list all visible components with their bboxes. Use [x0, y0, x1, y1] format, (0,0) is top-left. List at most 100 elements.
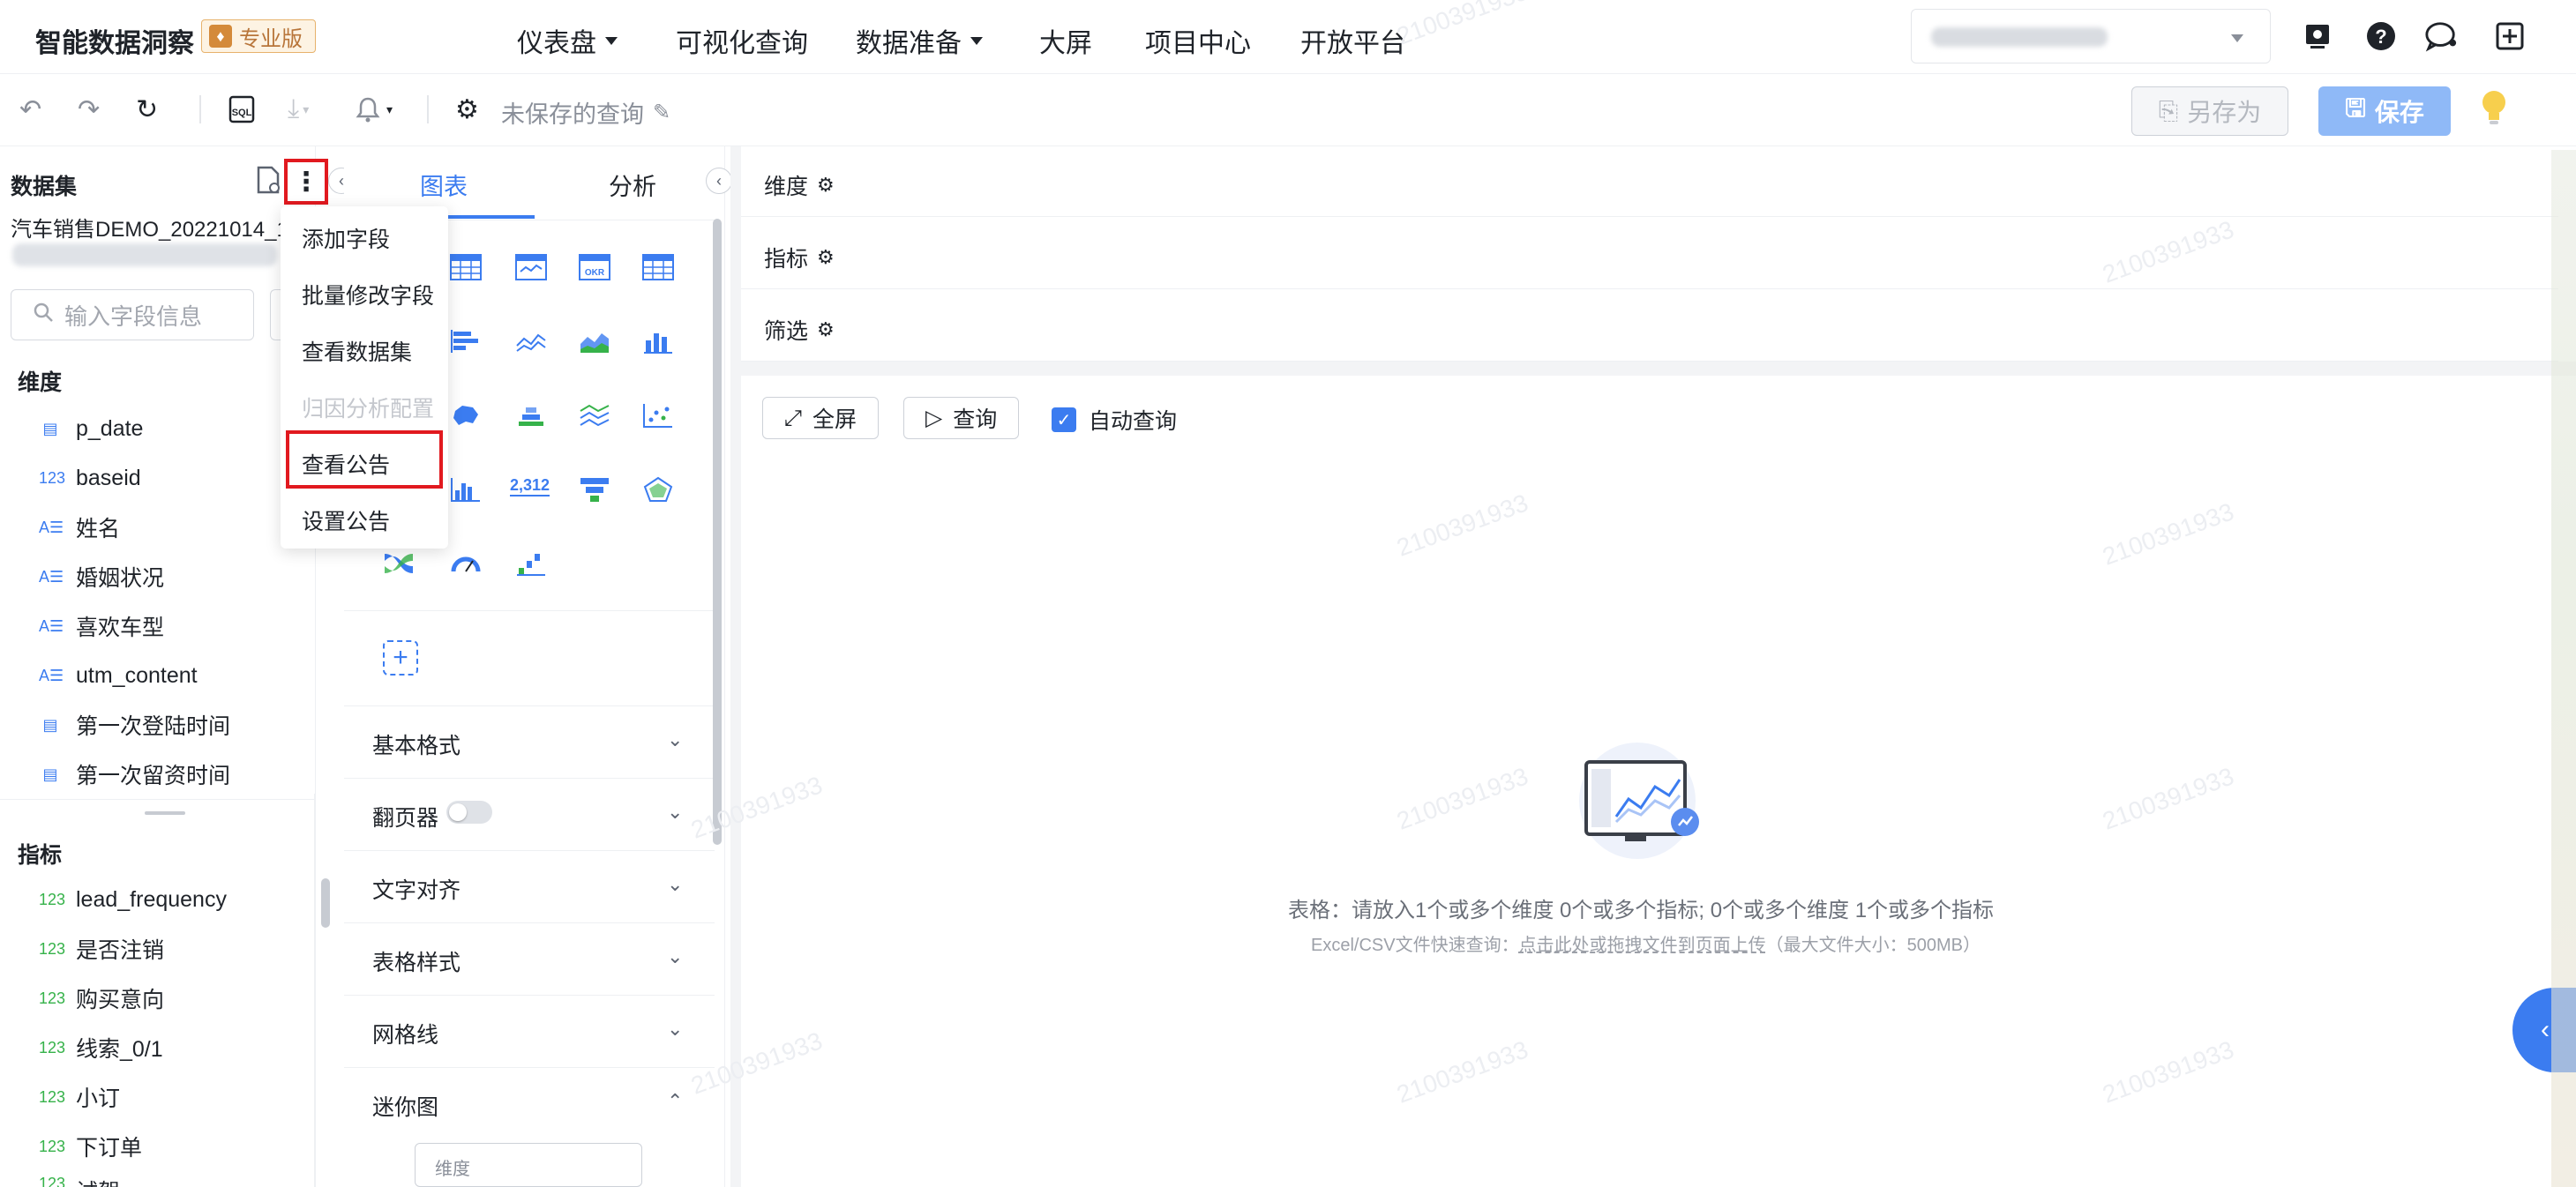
alert-icon[interactable]: ▾ [355, 92, 393, 127]
dimension-item[interactable]: ▤ p_date [39, 411, 143, 446]
trend-table-icon[interactable] [515, 254, 547, 285]
pager-toggle[interactable] [446, 801, 492, 824]
section-text-align-label: 文字对齐 [372, 878, 461, 903]
dimension-item[interactable]: ▤ 第一次留资时间 [39, 757, 230, 792]
redo-icon[interactable]: ↷ [78, 92, 100, 127]
highlight-box [286, 430, 443, 489]
admin-icon[interactable] [2301, 19, 2334, 53]
histogram-icon[interactable] [450, 476, 482, 507]
column-chart-icon[interactable] [642, 328, 674, 359]
measure-item[interactable]: 123 下订单 [39, 1129, 142, 1164]
upload-link[interactable]: 点击此处或拖拽文件到页面上传 [1519, 936, 1766, 955]
lightbulb-icon[interactable] [2479, 88, 2509, 136]
tab-chart[interactable]: 图表 [420, 168, 468, 202]
collapse-mid-button[interactable]: ‹ [706, 168, 732, 194]
edit-pencil-icon[interactable]: ✎ [653, 100, 670, 125]
account-selector[interactable] [1911, 9, 2271, 63]
menu-item-set-announcement[interactable]: 设置公告 [302, 504, 390, 536]
measure-item[interactable]: 123 试驾 [39, 1175, 120, 1187]
chevron-down-icon[interactable]: ⌄ [667, 873, 683, 896]
number-field-icon: 123 [39, 1038, 66, 1056]
dimension-drop-row[interactable] [741, 146, 2558, 217]
measure-drop-row[interactable] [741, 219, 2558, 289]
save-as-button[interactable]: ⎘ 另存为 [2131, 86, 2288, 136]
gauge-chart-icon[interactable] [450, 550, 482, 581]
measure-item[interactable]: 123 购买意向 [39, 981, 164, 1016]
refresh-icon[interactable]: ↻ [136, 92, 158, 127]
okr-icon[interactable]: OKR [579, 254, 610, 285]
file-icon[interactable] [256, 166, 282, 196]
tab-analysis[interactable]: 分析 [609, 168, 656, 202]
more-options-button[interactable]: ⋮ [284, 159, 328, 205]
nav-visual-query[interactable]: 可视化查询 [676, 21, 808, 60]
measure-item[interactable]: 123 lead_frequency [39, 882, 227, 917]
nav-project-center[interactable]: 项目中心 [1145, 21, 1251, 60]
undo-icon[interactable]: ↶ [19, 92, 41, 127]
radar-chart-icon[interactable] [642, 476, 674, 507]
menu-item-add-field[interactable]: 添加字段 [302, 222, 390, 254]
sparkline-dimension-field[interactable]: 维度 [415, 1143, 642, 1187]
sankey-chart-icon[interactable] [383, 550, 415, 581]
number-field-icon: 123 [39, 1087, 66, 1106]
chart-panel-scrollbar[interactable] [713, 219, 722, 845]
pivot-table-icon[interactable] [450, 254, 482, 285]
nav-data-prep[interactable]: 数据准备 [856, 21, 983, 60]
line-chart-icon[interactable] [515, 328, 547, 359]
chevron-up-icon[interactable]: ⌃ [667, 1090, 683, 1113]
kpi-card-icon[interactable]: 2,312 [510, 476, 550, 496]
search-icon [33, 302, 54, 329]
measure-item[interactable]: 123 小订 [39, 1079, 120, 1115]
fullscreen-button[interactable]: ⤢ 全屏 [762, 397, 880, 439]
dimension-item[interactable]: A☰ utm_content [39, 658, 198, 693]
area-chart-icon[interactable] [579, 328, 610, 359]
download-icon[interactable]: ⤓ ▾ [288, 92, 309, 127]
map-icon[interactable] [450, 402, 482, 433]
dimension-item[interactable]: ▤ 第一次登陆时间 [39, 707, 230, 743]
query-name[interactable]: 未保存的查询 ✎ [501, 95, 670, 130]
menu-item-view-dataset[interactable]: 查看数据集 [302, 335, 412, 367]
add-window-icon[interactable] [2493, 19, 2527, 53]
measure-item[interactable]: 123 线索_0/1 [39, 1030, 163, 1065]
multi-line-icon[interactable] [579, 402, 610, 433]
dimension-item[interactable]: A☰ 喜欢车型 [39, 608, 164, 644]
chevron-down-icon[interactable]: ⌄ [667, 728, 683, 751]
nav-open-platform[interactable]: 开放平台 [1300, 21, 1406, 60]
nav-big-screen[interactable]: 大屏 [1039, 21, 1092, 60]
menu-item-batch-edit-fields[interactable]: 批量修改字段 [302, 279, 434, 310]
query-button[interactable]: ▷ 查询 [903, 397, 1020, 439]
app-brand[interactable]: 智能数据洞察 [35, 21, 194, 60]
help-icon[interactable]: ? [2364, 19, 2398, 53]
measures-scrollbar[interactable] [321, 878, 330, 928]
nav-dashboard[interactable]: 仪表盘 [517, 21, 618, 60]
auto-query-toggle[interactable]: ✓ 自动查询 [1052, 404, 1177, 436]
save-button[interactable]: 🖫 保存 [2318, 86, 2451, 136]
waterfall-chart-icon[interactable] [515, 550, 547, 581]
scatter-chart-icon[interactable] [642, 402, 674, 433]
field-search-input[interactable]: 输入字段信息 [11, 289, 254, 340]
dimension-item[interactable]: 123 baseid [39, 460, 141, 496]
chevron-down-icon[interactable]: ⌄ [667, 801, 683, 824]
resize-handle[interactable] [145, 811, 185, 815]
funnel-chart-icon[interactable] [579, 476, 610, 507]
dimension-item[interactable]: A☰ 姓名 [39, 510, 120, 545]
measure-name: 线索_0/1 [76, 1037, 163, 1062]
gear-icon[interactable]: ⚙ [817, 246, 835, 269]
table-icon[interactable] [642, 254, 674, 285]
dimension-item[interactable]: A☰ 婚姻状况 [39, 559, 164, 594]
gear-icon[interactable]: ⚙ [817, 174, 835, 197]
dataset-name[interactable]: 汽车销售DEMO_20221014_1 [11, 212, 302, 243]
checkbox-checked-icon[interactable]: ✓ [1052, 407, 1076, 432]
dimension-name: 第一次留资时间 [76, 764, 231, 788]
add-custom-chart-button[interactable]: + [383, 640, 418, 676]
chat-icon[interactable] [2424, 19, 2458, 53]
query-label: 查询 [953, 407, 998, 432]
chevron-down-icon[interactable]: ⌄ [667, 945, 683, 968]
bar-horizontal-icon[interactable] [450, 328, 482, 359]
stacked-bar-icon[interactable] [515, 402, 547, 433]
measure-item[interactable]: 123 是否注销 [39, 931, 164, 967]
settings-icon[interactable]: ⚙ [455, 92, 479, 127]
filter-drop-row[interactable] [741, 291, 2558, 362]
gear-icon[interactable]: ⚙ [817, 318, 835, 341]
sql-icon[interactable]: SQL [228, 92, 258, 127]
chevron-down-icon[interactable]: ⌄ [667, 1018, 683, 1041]
